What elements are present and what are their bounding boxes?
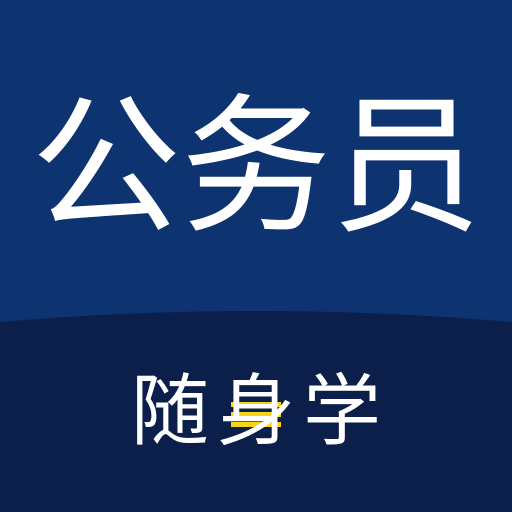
app-icon[interactable]: 公务员 随 身 学: [0, 0, 512, 512]
app-title: 公务员: [30, 81, 481, 255]
subtitle-char-1: 随: [130, 367, 209, 457]
subtitle-highlight-char: 身: [217, 362, 295, 462]
subtitle-char-3: 学: [303, 367, 382, 457]
subtitle-char-2: 身: [216, 367, 295, 457]
app-subtitle: 随 身 学: [0, 362, 512, 462]
